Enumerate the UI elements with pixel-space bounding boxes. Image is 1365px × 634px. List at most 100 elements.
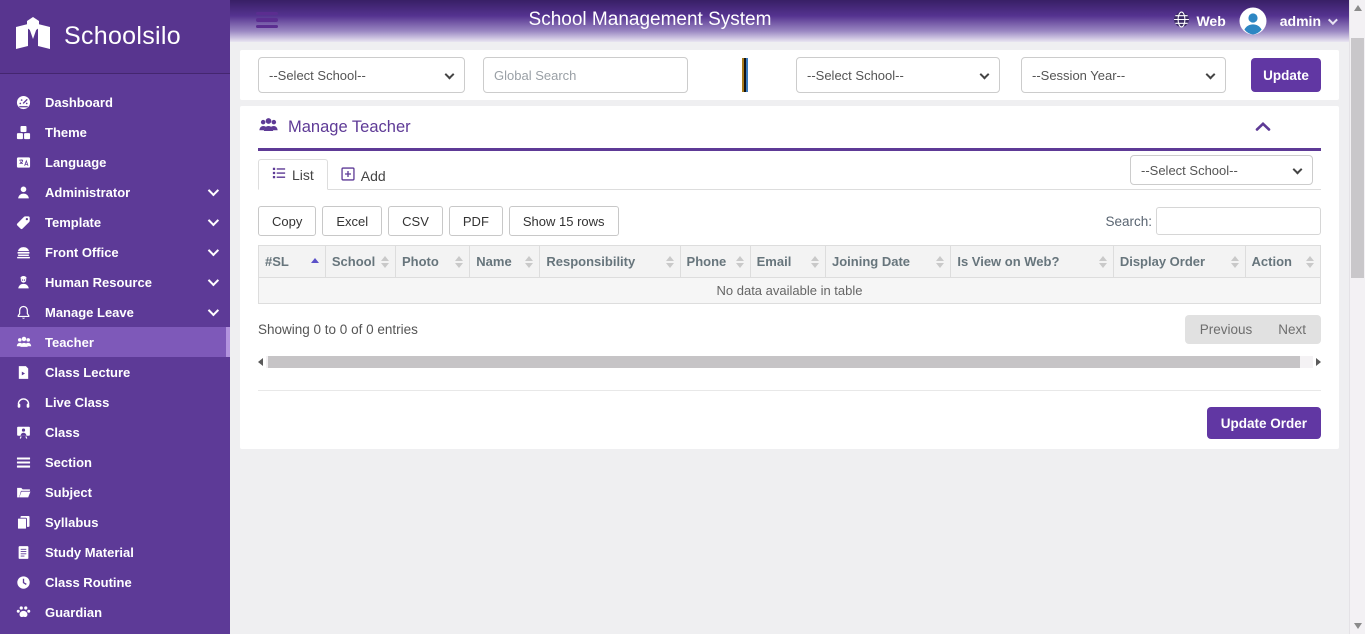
sort-icon <box>380 255 389 268</box>
column-label: Name <box>476 254 512 269</box>
chevron-down-icon <box>1327 14 1338 25</box>
column-header-responsibility[interactable]: Responsibility <box>539 245 681 278</box>
panel-school-filter[interactable]: --Select School-- <box>1130 155 1313 185</box>
scroll-up-arrow-icon[interactable] <box>1354 5 1362 11</box>
sidebar-item-study-material[interactable]: Study Material <box>0 537 230 567</box>
column-header-school[interactable]: School <box>324 245 396 278</box>
guardian-icon <box>15 605 32 620</box>
panel-tabs: List Add --Select School-- <box>258 155 1321 190</box>
brand[interactable]: Schoolsilo <box>0 0 230 74</box>
table-search-input[interactable] <box>1156 207 1321 235</box>
update-order-button[interactable]: Update Order <box>1206 407 1321 439</box>
scroll-left-arrow-icon[interactable] <box>258 358 263 366</box>
globe-icon <box>1173 11 1190 31</box>
sidebar-item-class-routine[interactable]: Class Routine <box>0 567 230 597</box>
column-header-joining-date[interactable]: Joining Date <box>825 245 952 278</box>
study-material-icon <box>15 545 32 560</box>
sidebar-item-front-office[interactable]: Front Office <box>0 237 230 267</box>
sidebar-item-class[interactable]: Class <box>0 417 230 447</box>
top-header: School Management System Web admin <box>230 0 1349 42</box>
sidebar-item-human-resource[interactable]: Human Resource <box>0 267 230 297</box>
scroll-down-arrow-icon[interactable] <box>1354 623 1362 629</box>
content-area: --Select School-- --Select School-- --Se… <box>230 42 1349 449</box>
sidebar-item-live-class[interactable]: Live Class <box>0 387 230 417</box>
empty-row-cell: No data available in table <box>258 277 1321 304</box>
show-15-rows-button[interactable]: Show 15 rows <box>508 206 619 236</box>
hamburger-menu-icon[interactable] <box>256 12 278 31</box>
sidebar-item-administrator[interactable]: Administrator <box>0 177 230 207</box>
sidebar-item-label: Class <box>45 424 80 440</box>
sidebar-item-section[interactable]: Section <box>0 447 230 477</box>
panel-school-filter-wrap: --Select School-- <box>1130 155 1313 185</box>
scroll-right-arrow-icon[interactable] <box>1316 358 1321 366</box>
administrator-icon <box>15 185 32 200</box>
brand-name: Schoolsilo <box>64 22 181 50</box>
sidebar-item-label: Guardian <box>45 604 103 620</box>
pdf-button[interactable]: PDF <box>448 206 503 236</box>
web-label: Web <box>1196 13 1226 29</box>
sidebar-item-subject[interactable]: Subject <box>0 477 230 507</box>
session-year-select[interactable]: --Session Year-- <box>1021 57 1226 93</box>
web-link[interactable]: Web <box>1173 11 1226 31</box>
main-area: School Management System Web admin --Sel… <box>230 0 1349 634</box>
horizontal-scroll-thumb[interactable] <box>268 356 1300 368</box>
avatar[interactable] <box>1239 7 1267 35</box>
previous-page-button[interactable]: Previous <box>1200 322 1253 337</box>
panel-header: Manage Teacher <box>258 106 1321 151</box>
global-search-input[interactable] <box>483 57 688 93</box>
sidebar-item-guardian[interactable]: Guardian <box>0 597 230 627</box>
user-menu[interactable]: admin <box>1280 13 1338 29</box>
sidebar-item-label: Human Resource <box>45 274 152 290</box>
page-title: School Management System <box>528 9 772 30</box>
class-routine-icon <box>15 575 32 590</box>
column-header-phone[interactable]: Phone <box>679 245 751 278</box>
tab-add[interactable]: Add <box>328 161 399 190</box>
update-button[interactable]: Update <box>1251 58 1321 92</box>
vertical-scroll-thumb[interactable] <box>1351 38 1364 278</box>
sidebar-item-teacher[interactable]: Teacher <box>0 327 230 357</box>
sidebar-item-manage-leave[interactable]: Manage Leave <box>0 297 230 327</box>
sidebar-item-dashboard[interactable]: Dashboard <box>0 87 230 117</box>
school-select[interactable]: --Select School-- <box>258 57 465 93</box>
teachers-group-icon <box>258 116 279 138</box>
sidebar-item-label: Class Routine <box>45 574 132 590</box>
school-select-secondary[interactable]: --Select School-- <box>796 57 1000 93</box>
vertical-scrollbar[interactable] <box>1349 0 1365 634</box>
chevron-down-icon <box>207 214 220 227</box>
column-header-photo[interactable]: Photo <box>394 245 471 278</box>
sidebar-item-theme[interactable]: Theme <box>0 117 230 147</box>
column-header-email[interactable]: Email <box>749 245 827 278</box>
sidebar-nav: Dashboard Theme Language Administrator Templ… <box>0 74 230 627</box>
chevron-down-icon <box>207 304 220 317</box>
sidebar-item-class-lecture[interactable]: Class Lecture <box>0 357 230 387</box>
table-toolbar: Copy Excel CSV PDF Show 15 rows Search: <box>258 206 1321 236</box>
excel-button[interactable]: Excel <box>322 206 383 236</box>
column-header-action[interactable]: Action <box>1244 245 1322 278</box>
sidebar-item-template[interactable]: Template <box>0 207 230 237</box>
session-year-wrap: --Session Year-- <box>1021 57 1226 93</box>
collapse-panel-button[interactable] <box>1255 120 1321 135</box>
table-header-row: #SL School Photo Name Responsibility Phone Ema… <box>258 245 1322 278</box>
sort-icon <box>455 255 464 268</box>
csv-button[interactable]: CSV <box>388 206 443 236</box>
horizontal-scroll-track[interactable] <box>266 356 1313 368</box>
column-header-display-order[interactable]: Display Order <box>1112 245 1246 278</box>
column-header-sl[interactable]: #SL <box>258 245 326 278</box>
tab-list[interactable]: List <box>258 159 328 190</box>
chevron-down-icon <box>207 184 220 197</box>
copy-button[interactable]: Copy <box>258 206 317 236</box>
sidebar-item-label: Dashboard <box>45 94 113 110</box>
next-page-button[interactable]: Next <box>1278 322 1306 337</box>
dashboard-icon <box>15 95 32 110</box>
column-header-name[interactable]: Name <box>469 245 541 278</box>
column-label: Phone <box>686 254 727 269</box>
sidebar-item-syllabus[interactable]: Syllabus <box>0 507 230 537</box>
manage-teacher-panel: Manage Teacher List Add --Select School-- <box>240 106 1339 449</box>
sidebar-item-label: Syllabus <box>45 514 99 530</box>
sidebar-item-label: Front Office <box>45 244 119 260</box>
column-label: #SL <box>265 254 289 269</box>
sort-icon <box>525 255 534 268</box>
sidebar-item-language[interactable]: Language <box>0 147 230 177</box>
sort-icon <box>1230 255 1239 268</box>
column-header-is-view-on-web[interactable]: Is View on Web? <box>950 245 1114 278</box>
